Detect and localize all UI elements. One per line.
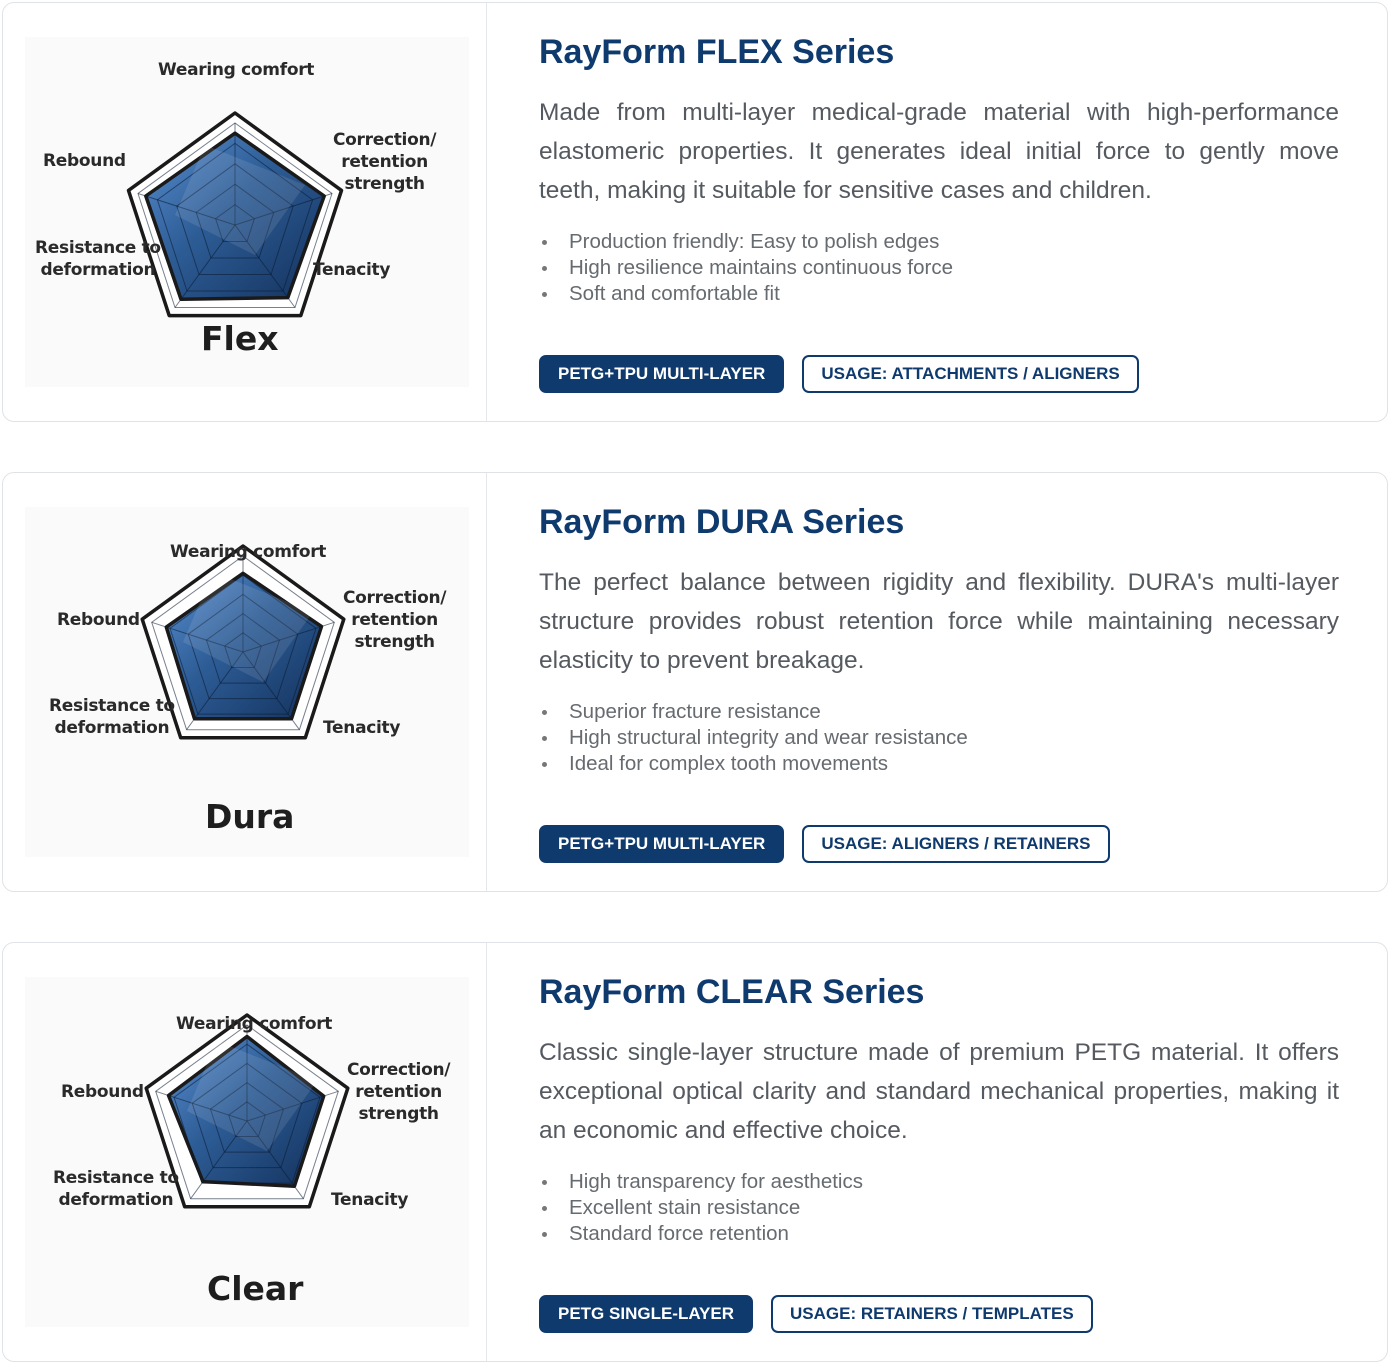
feature-item: Ideal for complex tooth movements [539,751,968,777]
product-info: RayForm FLEX Series Made from multi-layer… [539,3,1341,421]
radar-chart: Wearing comfort Correction/retention stren… [25,977,469,1327]
chart-panel: Wearing comfort Correction/retention stren… [3,3,487,421]
bullet-icon [542,292,547,297]
tag-row: PETG+TPU MULTI-LAYER USAGE: ATTACHMENTS /… [539,355,1139,393]
axis-label-right: Correction/retention strength [347,1059,450,1125]
axis-label-left: Rebound [57,610,140,630]
product-description: Classic single-layer structure made of p… [539,1039,1339,1144]
feature-item: High structural integrity and wear resis… [539,725,968,751]
radar-chart: Wearing comfort Correction/retention stren… [25,37,469,387]
usage-tag[interactable]: USAGE: ALIGNERS / RETAINERS [802,825,1110,863]
axis-label-line: strength [354,632,435,652]
feature-item: High resilience maintains continuous for… [539,255,953,281]
chart-panel: Wearing comfort Correction/retention stren… [3,473,487,891]
axis-label-line: retention [355,1082,442,1102]
axis-label-bottom-left: Resistance to deformation [49,695,175,739]
axis-label-bottom-right: Tenacity [323,718,401,738]
bullet-icon [542,710,547,715]
bullet-icon [542,762,547,767]
product-title: RayForm CLEAR Series [539,973,925,1011]
axis-label-line: deformation [58,1190,174,1210]
material-tag[interactable]: PETG SINGLE-LAYER [539,1295,754,1333]
bullet-icon [542,1206,547,1211]
product-card: Wearing comfort Correction/retention stren… [2,472,1388,892]
axis-label-line: Resistance to [35,238,161,258]
product-title: RayForm FLEX Series [539,33,895,71]
axis-label-top: Wearing comfort [176,1014,333,1034]
axis-label-line: Resistance to [53,1168,179,1188]
chart-panel: Wearing comfort Correction/retention stren… [3,943,487,1361]
product-description: The perfect balance between rigidity and… [539,569,1339,674]
feature-item: Superior fracture resistance [539,699,968,725]
axis-label-top: Wearing comfort [158,60,315,80]
feature-text: Production friendly: Easy to polish edge… [569,230,940,253]
axis-label-right: Correction/retention strength [343,587,446,653]
feature-text: Ideal for complex tooth movements [569,752,889,775]
feature-item: Production friendly: Easy to polish edge… [539,229,953,255]
feature-list: Superior fracture resistance High structu… [539,699,968,777]
usage-tag[interactable]: USAGE: RETAINERS / TEMPLATES [771,1295,1093,1333]
chart-name: Dura [205,797,295,836]
bullet-icon [542,736,547,741]
axis-label-line: deformation [54,718,170,738]
axis-label-line: strength [358,1104,439,1124]
bullet-icon [542,1232,547,1237]
bullet-icon [542,240,547,245]
tag-row: PETG+TPU MULTI-LAYER USAGE: ALIGNERS / RE… [539,825,1110,863]
feature-list: Production friendly: Easy to polish edge… [539,229,953,307]
material-tag[interactable]: PETG+TPU MULTI-LAYER [539,355,785,393]
bullet-icon [542,266,547,271]
axis-label-bottom-left: Resistance to deformation [35,237,161,281]
axis-label-top: Wearing comfort [170,542,327,562]
axis-label-right: Correction/retention strength [333,129,436,195]
chart-name: Flex [201,319,279,358]
axis-label-line: Correction/ [333,130,437,150]
feature-list: High transparency for aesthetics Excellen… [539,1169,863,1247]
axis-label-line: Correction/ [343,588,447,608]
usage-tag[interactable]: USAGE: ATTACHMENTS / ALIGNERS [802,355,1139,393]
product-card: Wearing comfort Correction/retention stren… [2,942,1388,1362]
axis-label-line: retention [341,152,428,172]
product-info: RayForm CLEAR Series Classic single-layer… [539,943,1341,1361]
feature-item: Standard force retention [539,1221,863,1247]
product-title: RayForm DURA Series [539,503,905,541]
axis-label-bottom-right: Tenacity [313,260,391,280]
feature-text: Standard force retention [569,1222,789,1245]
feature-item: Excellent stain resistance [539,1195,863,1221]
axis-label-left: Rebound [61,1082,144,1102]
material-tag[interactable]: PETG+TPU MULTI-LAYER [539,825,785,863]
feature-text: High structural integrity and wear resis… [569,726,968,749]
axis-label-line: strength [344,174,425,194]
feature-item: High transparency for aesthetics [539,1169,863,1195]
bullet-icon [542,1180,547,1185]
axis-label-line: Resistance to [49,696,175,716]
feature-text: High transparency for aesthetics [569,1170,863,1193]
chart-name: Clear [207,1269,304,1308]
radar-chart: Wearing comfort Correction/retention stren… [25,507,469,857]
feature-text: Excellent stain resistance [569,1196,801,1219]
product-card: Wearing comfort Correction/retention stren… [2,2,1388,422]
axis-label-bottom-right: Tenacity [331,1190,409,1210]
feature-text: Superior fracture resistance [569,700,821,723]
axis-label-line: Correction/ [347,1060,451,1080]
axis-label-line: deformation [40,260,156,280]
product-info: RayForm DURA Series The perfect balance b… [539,473,1341,891]
feature-item: Soft and comfortable fit [539,281,953,307]
feature-text: Soft and comfortable fit [569,282,780,305]
axis-label-left: Rebound [43,151,126,171]
feature-text: High resilience maintains continuous for… [569,256,954,279]
axis-label-bottom-left: Resistance to deformation [53,1167,179,1211]
product-description: Made from multi-layer medical-grade mate… [539,99,1339,204]
axis-label-line: retention [351,610,438,630]
tag-row: PETG SINGLE-LAYER USAGE: RETAINERS / TEMP… [539,1295,1093,1333]
